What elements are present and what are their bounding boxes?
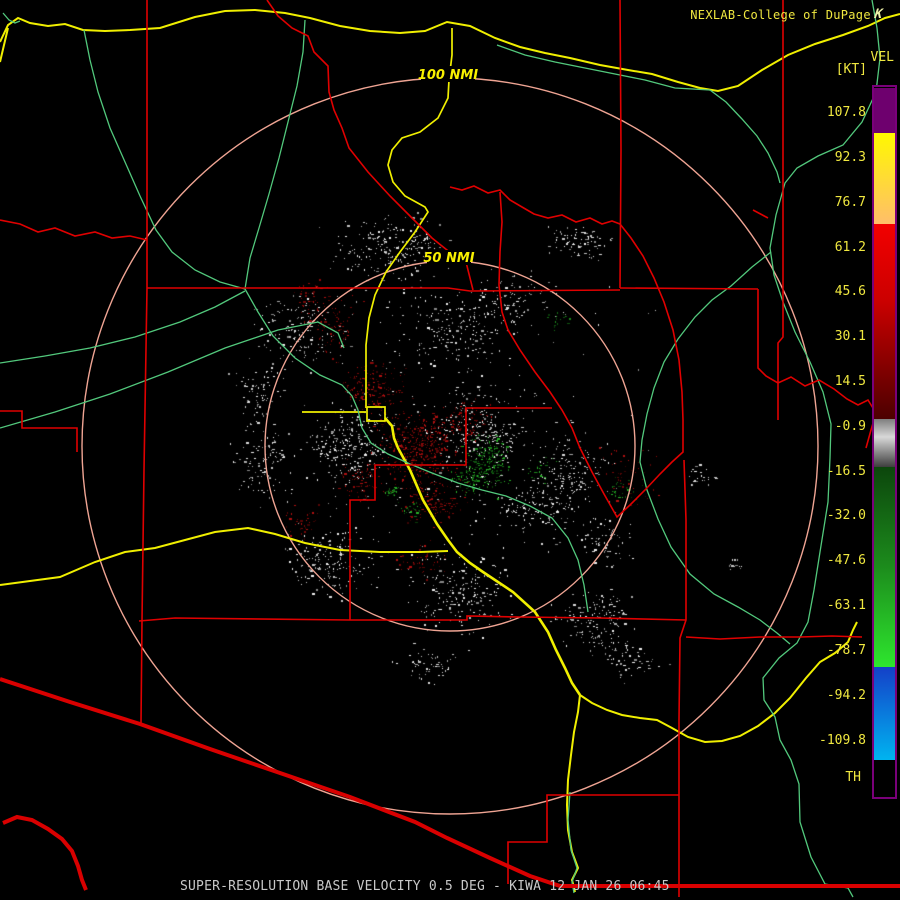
colorbar-unit-vel: VEL [871, 51, 894, 64]
map-line-road [580, 622, 857, 742]
map-line-river [245, 20, 305, 289]
colorbar-tick-label: 92.3 [806, 151, 866, 164]
map-line-river [497, 45, 710, 90]
map-line-interstate [3, 817, 86, 890]
colorbar-tick-label: 14.5 [806, 375, 866, 388]
range-rings [82, 78, 818, 814]
colorbar-segment [874, 667, 895, 760]
map-line-county [139, 616, 686, 621]
ring-label-50nmi-text: 50 NMI [423, 251, 474, 266]
map-line-interstate [0, 679, 900, 886]
map-line-county [620, 288, 758, 289]
colorbar-tick-label: 61.2 [806, 241, 866, 254]
ring-label-100nmi: 100 NMI [418, 66, 478, 83]
map-line-river [0, 322, 344, 428]
map-lines [0, 0, 900, 897]
colorbar-tick-label: -63.1 [806, 599, 866, 612]
map-line-river [710, 90, 780, 183]
map-line-county [686, 636, 862, 639]
colorbar-threshold-label: TH [845, 771, 861, 784]
map-line-county [350, 408, 466, 620]
colorbar-tick-label: 30.1 [806, 330, 866, 343]
map-line-road [567, 695, 580, 892]
colorbar-segment [874, 419, 895, 437]
colorbar-tick-label: -78.7 [806, 644, 866, 657]
colorbar-tick-label: -47.6 [806, 554, 866, 567]
range-ring-circle [82, 78, 818, 814]
colorbar-tick-label: -16.5 [806, 465, 866, 478]
colorbar-tick-label: 76.7 [806, 196, 866, 209]
colorbar-segment [874, 88, 895, 133]
colorbar-tick-label: -0.9 [806, 420, 866, 433]
map-line-river [245, 289, 588, 612]
map-line-county [508, 795, 679, 884]
map-overlay: 100 NMI 50 NMI [0, 0, 900, 900]
map-line-county [450, 186, 620, 224]
product-caption: SUPER-RESOLUTION BASE VELOCITY 0.5 DEG -… [180, 879, 670, 894]
map-line-county [679, 460, 686, 897]
colorbar-tick-label: 45.6 [806, 285, 866, 298]
map-line-county [753, 210, 768, 218]
map-line-river [84, 30, 245, 289]
colorbar-segment [874, 133, 895, 224]
map-line-county [778, 0, 783, 420]
map-line-river [0, 291, 245, 363]
map-line-road [367, 407, 385, 421]
map-line-river [763, 0, 880, 897]
map-line-county [267, 0, 473, 290]
colorbar-segment [874, 437, 895, 467]
colorbar-tick-label: -32.0 [806, 509, 866, 522]
velocity-colorbar [872, 85, 897, 799]
map-line-road [0, 528, 448, 585]
colorbar-unit-kt: [KT] [836, 63, 867, 76]
colorbar-segment [874, 565, 895, 667]
colorbar-tick-label: 107.8 [806, 106, 866, 119]
radar-display: 100 NMI 50 NMI NEXLAB-College of DuPageK… [0, 0, 900, 900]
colorbar-segment [874, 760, 895, 795]
ring-label-50nmi: 50 NMI [423, 250, 474, 266]
colorbar-segment [874, 467, 895, 565]
map-line-county [620, 0, 621, 288]
colorbar-segment [874, 300, 895, 419]
map-line-road [385, 418, 580, 695]
site-title-text: NEXLAB-College of DuPage [690, 8, 871, 22]
map-line-river [640, 252, 790, 644]
map-line-county [0, 220, 147, 240]
colorbar-tick-label: -109.8 [806, 734, 866, 747]
map-line-county [141, 0, 147, 723]
site-title: NEXLAB-College of DuPageK [690, 8, 882, 23]
map-line-county [499, 192, 683, 517]
ring-label-100nmi-text: 100 NMI [418, 68, 478, 83]
colorbar-tick-label: -94.2 [806, 689, 866, 702]
colorbar-segment [874, 224, 895, 300]
